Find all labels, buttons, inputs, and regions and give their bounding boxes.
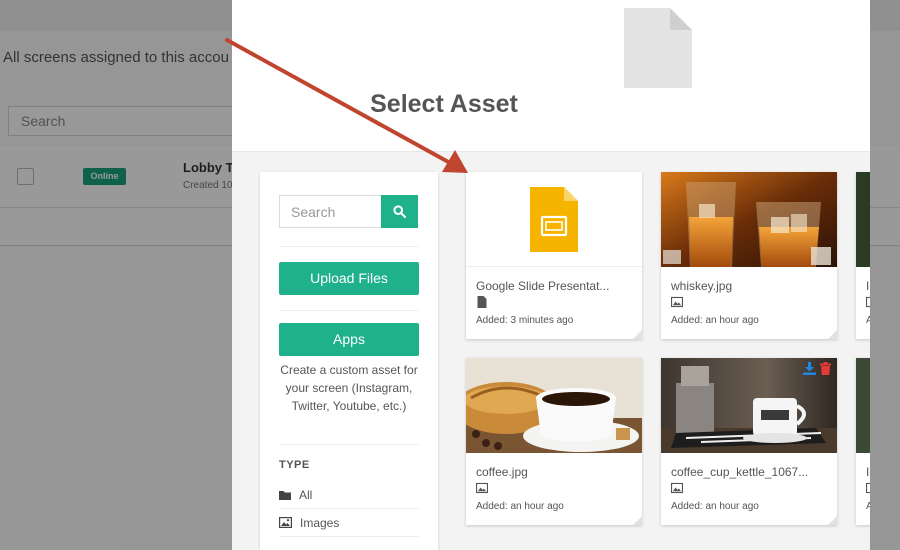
divider [279,444,419,445]
asset-card[interactable]: Google Slide Presentat... Added: 3 minut… [466,172,642,339]
modal-header [232,0,870,152]
asset-search-input[interactable]: Search [279,195,381,228]
search-icon [393,205,406,218]
asset-added-time: Added: 3 minutes ago [476,315,574,326]
type-filter-label: All [299,487,313,502]
asset-name: Google Slide Presentat... [476,279,610,293]
divider [279,246,419,247]
type-filter-label: Images [300,515,340,530]
image-icon [671,296,683,308]
whiskey-photo [661,172,837,267]
asset-name: coffee_cup_kettle_1067... [671,465,809,479]
apps-description: Create a custom asset for your screen (I… [280,363,418,413]
search-button[interactable] [381,195,418,228]
card-corner [828,516,837,525]
trash-icon[interactable] [820,362,831,375]
asset-card[interactable]: coffee_cup_kettle_1067... Added: an hour… [661,358,837,525]
asset-thumbnail [661,172,837,267]
image-icon [866,482,870,494]
type-filter-images[interactable]: Images [279,509,419,537]
download-icon[interactable] [803,362,816,375]
google-slides-icon [530,187,578,252]
asset-added-time: Added: an hour ago [671,315,759,326]
image-icon [279,517,292,528]
type-heading: TYPE [279,459,310,471]
asset-added-time: A [866,315,870,326]
modal-title: Select Asset [370,90,518,118]
asset-card[interactable]: Ic A [856,172,870,339]
divider [279,310,419,311]
file-icon [477,296,487,308]
card-actions [803,362,831,375]
asset-thumbnail [856,358,870,453]
asset-card[interactable]: coffee.jpg Added: an hour ago [466,358,642,525]
type-filter-all[interactable]: All [279,481,419,509]
asset-name: Ic [866,465,870,479]
image-icon [671,482,683,494]
asset-added-time: Added: an hour ago [671,501,759,512]
asset-name: Ic [866,279,870,293]
asset-thumbnail [466,358,642,453]
asset-added-time: A [866,501,870,512]
file-icon [624,8,692,88]
select-asset-modal: Select Asset Search Upload Files Apps Cr… [232,0,870,550]
asset-added-time: Added: an hour ago [476,501,564,512]
asset-thumbnail [856,172,870,267]
asset-card[interactable]: Ic A [856,358,870,525]
coffee-photo [466,358,642,453]
asset-card[interactable]: whiskey.jpg Added: an hour ago [661,172,837,339]
apps-button[interactable]: Apps [279,323,419,356]
upload-files-button[interactable]: Upload Files [279,262,419,295]
image-icon [476,482,488,494]
card-corner [633,330,642,339]
card-corner [828,330,837,339]
card-corner [633,516,642,525]
asset-name: whiskey.jpg [671,279,733,293]
image-icon [866,296,870,308]
folder-icon [279,490,291,500]
asset-filter-sidebar: Search Upload Files Apps Create a custom… [260,172,438,550]
asset-thumbnail [466,172,642,267]
asset-name: coffee.jpg [476,465,528,479]
